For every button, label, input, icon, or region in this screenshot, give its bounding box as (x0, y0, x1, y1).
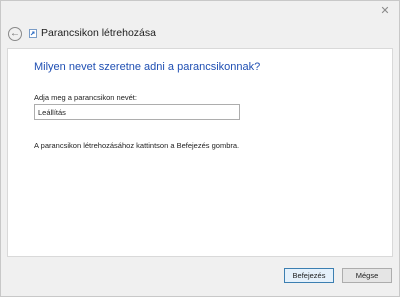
instruction-text: A parancsikon létrehozásához kattintson … (34, 141, 240, 150)
shortcut-icon (29, 29, 37, 38)
finish-button[interactable]: Befejezés (284, 268, 334, 283)
close-button[interactable]: ✕ (377, 4, 393, 18)
cancel-button[interactable]: Mégse (342, 268, 392, 283)
name-field-label: Adja meg a parancsikon nevét: (34, 93, 137, 102)
shortcut-name-input[interactable] (34, 104, 240, 120)
content-panel: Milyen nevet szeretne adni a parancsikon… (7, 48, 393, 257)
back-button[interactable]: ← (8, 27, 22, 41)
wizard-title: Parancsikon létrehozása (41, 27, 156, 39)
wizard-header: ← Parancsikon létrehozása (1, 23, 399, 49)
wizard-window: ✕ ← Parancsikon létrehozása Milyen nevet… (0, 0, 400, 297)
back-arrow-icon[interactable]: ← (10, 28, 20, 39)
title-bar: ✕ (1, 1, 399, 23)
page-heading: Milyen nevet szeretne adni a parancsikon… (34, 61, 261, 73)
close-icon[interactable]: ✕ (380, 5, 389, 17)
